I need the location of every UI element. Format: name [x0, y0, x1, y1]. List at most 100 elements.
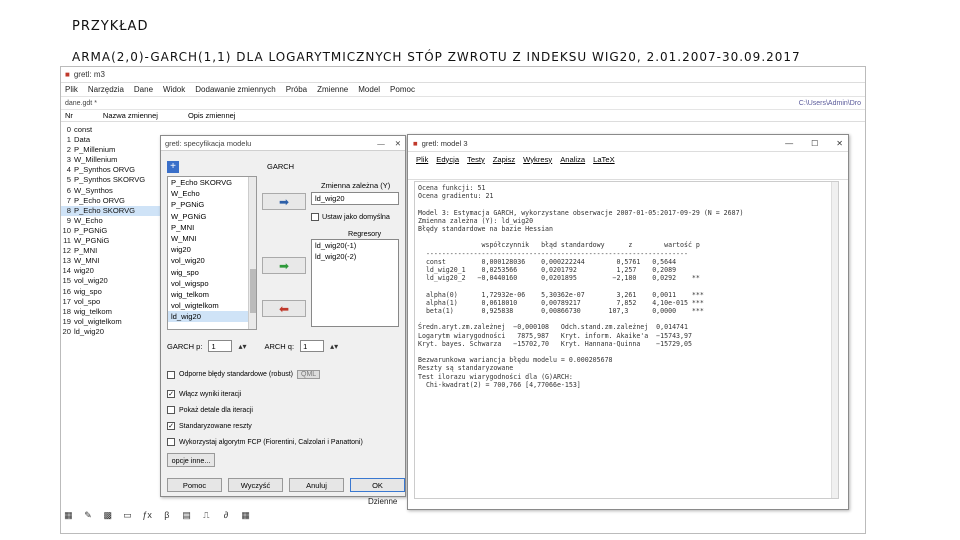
variable-row[interactable]: 4 P_Synthos ORVG	[61, 165, 163, 175]
variable-row[interactable]: 13 W_MNI	[61, 256, 163, 266]
fcp-checkbox[interactable]	[167, 438, 175, 446]
out-menu-edycja[interactable]: Edycja	[436, 155, 459, 164]
iterations-checkbox[interactable]: ✓	[167, 390, 175, 398]
std-residuals-checkbox[interactable]: ✓	[167, 422, 175, 430]
out-menu-zapisz[interactable]: Zapisz	[493, 155, 515, 164]
toolbar-table-icon[interactable]: ▦	[240, 509, 251, 521]
iterations-option[interactable]: ✓ Włącz wyniki iteracji	[167, 390, 241, 398]
fcp-option[interactable]: Wykorzystaj algorytm FCP (Fiorentini, Ca…	[167, 438, 363, 446]
spec-list-item[interactable]: P_PGNiG	[168, 199, 256, 210]
variable-row[interactable]: 9 W_Echo	[61, 216, 163, 226]
set-default-option[interactable]: Ustaw jako domyślna	[311, 212, 390, 221]
variable-row[interactable]: 5 P_Synthos SKORVG	[61, 175, 163, 185]
menu-pomoc[interactable]: Pomoc	[390, 85, 415, 94]
variable-row[interactable]: 0 const	[61, 125, 163, 135]
toolbar-alpha-icon[interactable]: ∂	[221, 509, 232, 521]
garch-p-stepper-icon[interactable]: ▴▾	[238, 342, 246, 351]
variable-row[interactable]: 15 vol_wig20	[61, 276, 163, 286]
out-menu-plik[interactable]: Plik	[416, 155, 428, 164]
col-header-name[interactable]: Nazwa zmiennej	[103, 111, 158, 120]
select-dependent-button[interactable]: ➡	[262, 193, 306, 210]
spec-list-item[interactable]: ld_wig20	[168, 311, 256, 323]
spec-list-scrollbar[interactable]	[248, 177, 256, 329]
garch-p-input[interactable]: 1	[208, 340, 233, 352]
variable-row[interactable]: 7 P_Echo ORVG	[61, 196, 163, 206]
robust-se-checkbox[interactable]	[167, 370, 175, 379]
maximize-icon[interactable]: ☐	[811, 139, 818, 148]
menu-plik[interactable]: Plik	[65, 85, 78, 94]
variable-row[interactable]: 16 wig_spo	[61, 287, 163, 297]
spec-list-item[interactable]: W_Echo	[168, 188, 256, 199]
ok-button[interactable]: OK	[350, 478, 405, 492]
toolbar-rect-icon[interactable]: ▭	[122, 509, 133, 521]
cancel-button[interactable]: Anuluj	[289, 478, 344, 492]
spec-list-item[interactable]: W_PGNiG	[168, 211, 256, 222]
regressor-item[interactable]: ld_wig20(-2)	[312, 251, 398, 262]
more-options-button[interactable]: opcje inne...	[167, 453, 215, 467]
menu-zmienne[interactable]: Zmienne	[317, 85, 348, 94]
spec-list-item[interactable]: wig_spo	[168, 267, 256, 278]
spec-list-item[interactable]: W_MNI	[168, 233, 256, 244]
spec-list-item[interactable]: vol_wig20	[168, 255, 256, 266]
toolbar-fx-icon[interactable]: ƒx	[142, 509, 153, 521]
minimize-icon[interactable]: —	[377, 139, 385, 148]
variable-row[interactable]: 19 vol_wigtelkom	[61, 317, 163, 327]
details-option[interactable]: Pokaż detale dla iteracji	[167, 406, 253, 414]
arch-q-stepper-icon[interactable]: ▴▾	[330, 342, 338, 351]
arch-q-input[interactable]: 1	[300, 340, 325, 352]
close-icon[interactable]: ✕	[395, 139, 401, 148]
spec-list-item[interactable]: vol_wigspo	[168, 278, 256, 289]
help-button[interactable]: Pomoc	[167, 478, 222, 492]
toolbar-grid-icon[interactable]: ▩	[102, 509, 113, 521]
output-text-area[interactable]: Ocena funkcji: 51 Ocena gradientu: 21 Mod…	[414, 181, 839, 499]
variable-row[interactable]: 1 Data	[61, 135, 163, 145]
qml-button[interactable]: QML	[297, 370, 321, 379]
menu-dodawanie[interactable]: Dodawanie zmiennych	[195, 85, 276, 94]
regressor-item[interactable]: ld_wig20(-1)	[312, 240, 398, 251]
spec-variable-list[interactable]: P_Echo SKORVG W_Echo P_PGNiG W_PGNiG P_MNI W_…	[167, 176, 257, 330]
spec-list-item[interactable]: P_Echo SKORVG	[168, 177, 256, 188]
col-header-nr[interactable]: Nr	[65, 111, 73, 120]
spec-list-item[interactable]: P_MNI	[168, 222, 256, 233]
toolbar-chart-icon[interactable]: ▤	[181, 509, 192, 521]
variable-row[interactable]: 14 wig20	[61, 266, 163, 276]
toolbar-bars-icon[interactable]: ⎍	[201, 509, 212, 521]
std-residuals-option[interactable]: ✓ Standaryzowane reszty	[167, 422, 252, 430]
close-icon[interactable]: ✕	[836, 139, 843, 148]
out-menu-latex[interactable]: LaTeX	[593, 155, 615, 164]
col-header-desc[interactable]: Opis zmiennej	[188, 111, 236, 120]
variable-row[interactable]: 3 W_Millenium	[61, 155, 163, 165]
menu-proba[interactable]: Próba	[286, 85, 307, 94]
spec-list-item[interactable]: vol_wigtelkom	[168, 300, 256, 311]
clear-button[interactable]: Wyczyść	[228, 478, 283, 492]
regressors-list[interactable]: ld_wig20(-1) ld_wig20(-2)	[311, 239, 399, 327]
variable-row[interactable]: 12 P_MNI	[61, 246, 163, 256]
add-regressor-button[interactable]: ➡	[262, 257, 306, 274]
set-default-checkbox[interactable]	[311, 212, 319, 221]
menu-dane[interactable]: Dane	[134, 85, 153, 94]
variable-row[interactable]: 8 P_Echo SKORVG	[61, 205, 163, 216]
variable-row[interactable]: 6 W_Synthos	[61, 186, 163, 196]
toolbar-beta-icon[interactable]: β	[162, 509, 173, 521]
minimize-icon[interactable]: —	[785, 139, 793, 148]
out-menu-analiza[interactable]: Analiza	[560, 155, 585, 164]
menu-widok[interactable]: Widok	[163, 85, 185, 94]
toolbar-calc-icon[interactable]: ▦	[63, 509, 74, 521]
variable-row[interactable]: 11 W_PGNiG	[61, 236, 163, 246]
variable-row[interactable]: 2 P_Millenium	[61, 145, 163, 155]
variable-row[interactable]: 17 vol_spo	[61, 297, 163, 307]
details-checkbox[interactable]	[167, 406, 175, 414]
add-variable-icon[interactable]: +	[167, 161, 179, 173]
spec-list-item[interactable]: wig20	[168, 244, 256, 255]
spec-list-item[interactable]: wig_telkom	[168, 289, 256, 300]
dependent-field[interactable]: ld_wig20	[311, 192, 399, 205]
output-scrollbar[interactable]	[831, 182, 838, 498]
variable-row[interactable]: 10 P_PGNiG	[61, 226, 163, 236]
remove-regressor-button[interactable]: ⬅	[262, 300, 306, 317]
menu-narzedzia[interactable]: Narzędzia	[88, 85, 124, 94]
out-menu-testy[interactable]: Testy	[467, 155, 485, 164]
toolbar-edit-icon[interactable]: ✎	[83, 509, 94, 521]
out-menu-wykresy[interactable]: Wykresy	[523, 155, 552, 164]
variable-row[interactable]: 18 wig_telkom	[61, 307, 163, 317]
variable-row[interactable]: 20 ld_wig20	[61, 327, 163, 337]
